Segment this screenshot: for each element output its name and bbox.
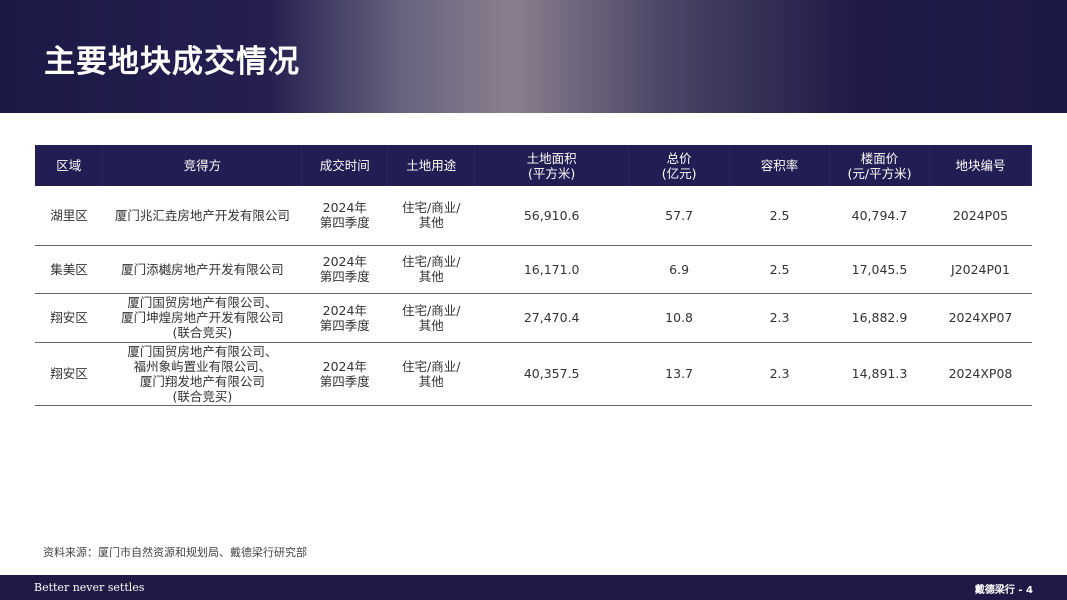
column-header: 土地用途 [387,145,476,186]
table-cell: 厦门添樾房地产开发有限公司 [102,245,302,294]
column-header: 竞得方 [102,145,303,186]
table-cell: 2024XP08 [929,342,1032,406]
table-cell: 集美区 [35,245,103,294]
column-header: 容积率 [729,145,830,186]
table-row: 翔安区 厦门国贸房地产有限公司、 厦门坤煌房地产开发有限公司 (联合竞买) 2024年第… [35,293,1032,343]
table-cell: 2024年 第四季度 [301,186,388,246]
source-note: 资料来源：厦门市自然资源和规划局、戴德梁行研究部 [43,546,307,559]
table-cell: 2024年 第四季度 [301,342,388,406]
column-header: 土地面积 (平方米) [474,145,630,186]
table-cell: 住宅/商业/其他 [387,293,475,343]
table-row: 翔安区 厦门国贸房地产有限公司、 福州象屿置业有限公司、 厦门翔发地产有限公司 (联合竞… [35,342,1032,406]
land-transactions-table: 区域 竞得方 成交时间 土地用途 土地面积 (平方米) 总价 (亿元) 容积率 楼面价 (元/平方米… [35,145,1033,406]
table-row: 湖里区 厦门兆汇垚房地产开发有限公司 2024年 第四季度 住宅/商业/其他 56,910… [35,186,1032,246]
table-header: 区域 竞得方 成交时间 土地用途 土地面积 (平方米) 总价 (亿元) 容积率 楼面价 (元/平方米… [35,145,1033,186]
column-header: 楼面价 (元/平方米) [829,145,930,186]
table-cell: 40,357.5 [474,342,629,406]
table-cell: 厦门国贸房地产有限公司、 厦门坤煌房地产开发有限公司 (联合竞买) [102,293,302,343]
table-cell: 厦门兆汇垚房地产开发有限公司 [102,186,302,246]
table-cell: 14,891.3 [829,342,930,406]
table-cell: 2024XP07 [929,293,1032,343]
table-cell: 2.5 [729,245,830,294]
table-cell: J2024P01 [929,245,1032,294]
table-cell: 住宅/商业/其他 [387,245,475,294]
column-header: 地块编号 [929,145,1033,186]
table-cell: 2024P05 [929,186,1032,246]
table-cell: 厦门国贸房地产有限公司、 福州象屿置业有限公司、 厦门翔发地产有限公司 (联合竞买) [102,342,302,406]
table-cell: 2024年 第四季度 [301,293,388,343]
table-cell: 湖里区 [35,186,103,246]
slogan: Better never settles [34,581,145,594]
table-cell: 住宅/商业/其他 [387,342,475,406]
page-number: 戴德梁行 - 4 [974,585,1033,596]
table-cell: 17,045.5 [829,245,930,294]
table-cell: 翔安区 [35,293,103,343]
table-cell: 10.8 [628,293,730,343]
table-cell: 13.7 [628,342,730,406]
column-header: 区域 [35,145,104,186]
column-header: 成交时间 [301,145,389,186]
page-title: 主要地块成交情况 [44,44,300,80]
table-cell: 40,794.7 [829,186,930,246]
table-cell: 16,171.0 [474,245,629,294]
table-cell: 57.7 [628,186,730,246]
table-cell: 翔安区 [35,342,103,406]
table-cell: 住宅/商业/其他 [387,186,475,246]
table-cell: 2.5 [729,186,830,246]
table-cell: 56,910.6 [474,186,629,246]
table-cell: 6.9 [628,245,730,294]
footer: Better never settles 戴德梁行 - 4 [0,575,1067,600]
table-cell: 16,882.9 [829,293,930,343]
column-header: 总价 (亿元) [628,145,731,186]
table-cell: 2.3 [729,342,830,406]
table-cell: 2.3 [729,293,830,343]
table-cell: 2024年 第四季度 [301,245,388,294]
table-cell: 27,470.4 [474,293,629,343]
table-row: 集美区 厦门添樾房地产开发有限公司 2024年 第四季度 住宅/商业/其他 16,171.… [35,245,1032,294]
